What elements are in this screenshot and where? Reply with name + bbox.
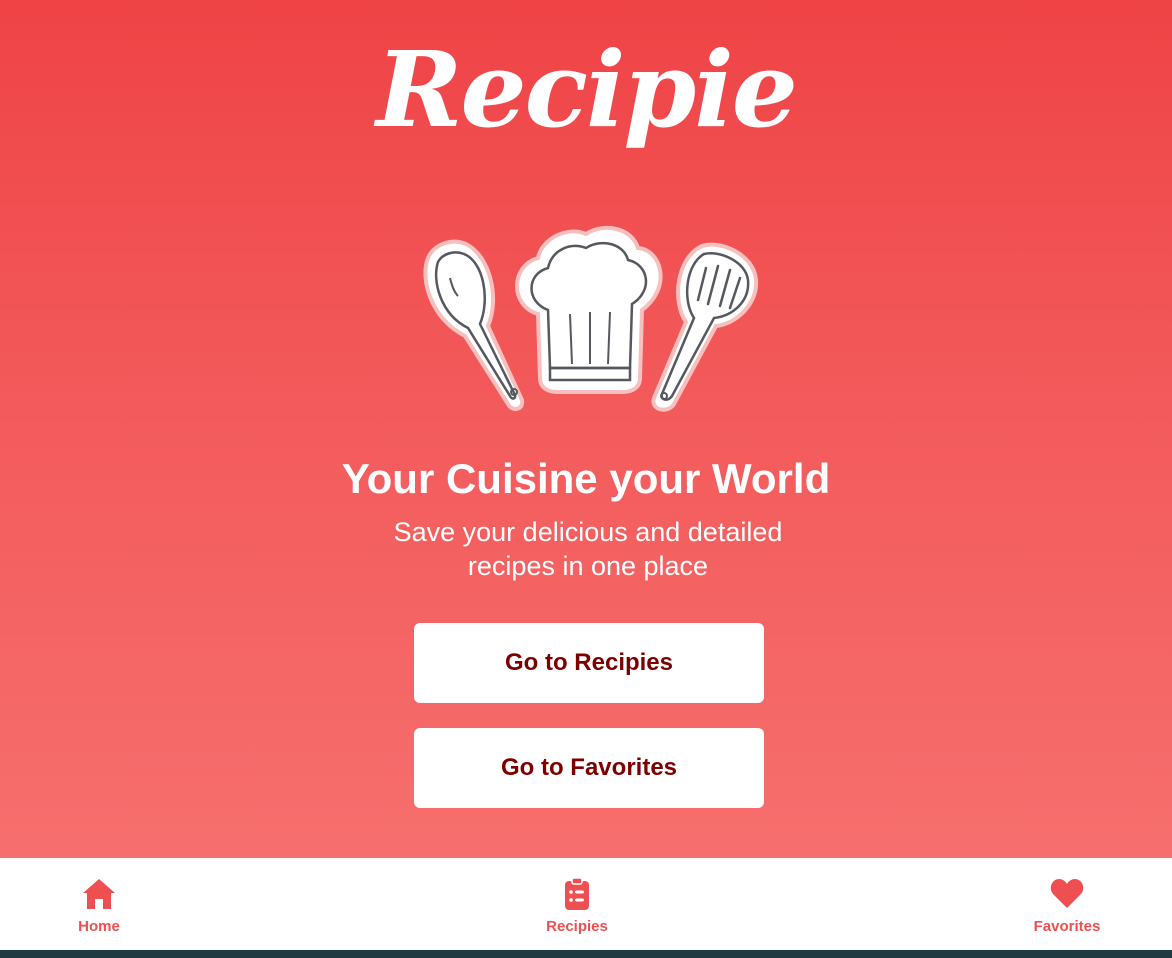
spatula-left-icon	[423, 239, 525, 411]
tab-favorites[interactable]: Favorites	[1007, 858, 1127, 950]
home-screen: Recipie Your Cuisine your World Save you…	[0, 0, 1172, 858]
clipboard-list-icon	[565, 877, 589, 910]
tab-recipies-label: Recipies	[546, 918, 608, 935]
spatula-right-icon	[651, 242, 759, 412]
heart-icon	[1050, 879, 1084, 908]
system-bottom-strip	[0, 950, 1172, 958]
hero-headline: Your Cuisine your World	[341, 455, 831, 502]
chef-hat-icon	[515, 225, 663, 394]
chef-hat-and-spatulas-icon	[410, 218, 770, 418]
go-to-recipies-button[interactable]: Go to Recipies	[414, 623, 764, 703]
app-logo: Recipie	[376, 28, 798, 151]
go-to-favorites-button[interactable]: Go to Favorites	[414, 728, 764, 808]
bottom-tab-bar: Home Recipies Favorites	[0, 858, 1172, 950]
hero-subline: Save your delicious and detailed recipes…	[393, 517, 783, 581]
tab-home-label: Home	[78, 918, 120, 935]
tab-home[interactable]: Home	[39, 858, 159, 950]
home-icon	[83, 879, 115, 909]
tab-recipies[interactable]: Recipies	[517, 858, 637, 950]
tab-favorites-label: Favorites	[1033, 918, 1101, 935]
